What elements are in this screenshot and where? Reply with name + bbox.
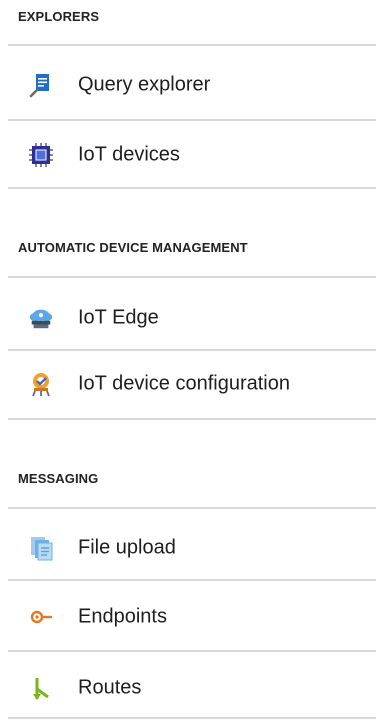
divider <box>8 650 376 652</box>
nav-item-iot-devices[interactable]: IoT devices <box>8 121 376 189</box>
nav-item-label: Query explorer <box>78 73 211 96</box>
divider <box>8 276 376 278</box>
query-explorer-icon <box>28 72 54 98</box>
route-icon <box>28 675 54 701</box>
divider <box>8 44 376 46</box>
nav-item-routes[interactable]: Routes <box>8 654 376 722</box>
chip-icon <box>28 142 54 168</box>
nav-item-label: Routes <box>78 676 142 699</box>
divider <box>8 187 376 189</box>
nav-item-label: Endpoints <box>78 605 167 628</box>
nav-item-iot-edge[interactable]: IoT Edge <box>8 284 376 352</box>
nav-item-label: IoT devices <box>78 143 180 166</box>
section-header-explorers: EXPLORERS <box>18 9 100 24</box>
nav-item-label: File upload <box>78 536 176 559</box>
nav-item-query-explorer[interactable]: Query explorer <box>8 51 376 119</box>
device-configuration-icon <box>28 371 54 397</box>
nav-item-iot-device-configuration[interactable]: IoT device configuration <box>8 350 376 418</box>
file-upload-icon <box>28 535 54 561</box>
section-header-messaging: MESSAGING <box>18 471 99 486</box>
nav-item-label: IoT device configuration <box>78 372 290 395</box>
section-header-automatic-device-management: AUTOMATIC DEVICE MANAGEMENT <box>18 240 248 255</box>
endpoint-icon <box>28 604 54 630</box>
divider <box>8 717 376 719</box>
nav-item-endpoints[interactable]: Endpoints <box>8 583 376 651</box>
nav-item-file-upload[interactable]: File upload <box>8 514 376 582</box>
divider <box>8 579 376 581</box>
cloud-edge-icon <box>28 305 54 331</box>
nav-item-label: IoT Edge <box>78 306 159 329</box>
divider <box>8 418 376 420</box>
divider <box>8 507 376 509</box>
